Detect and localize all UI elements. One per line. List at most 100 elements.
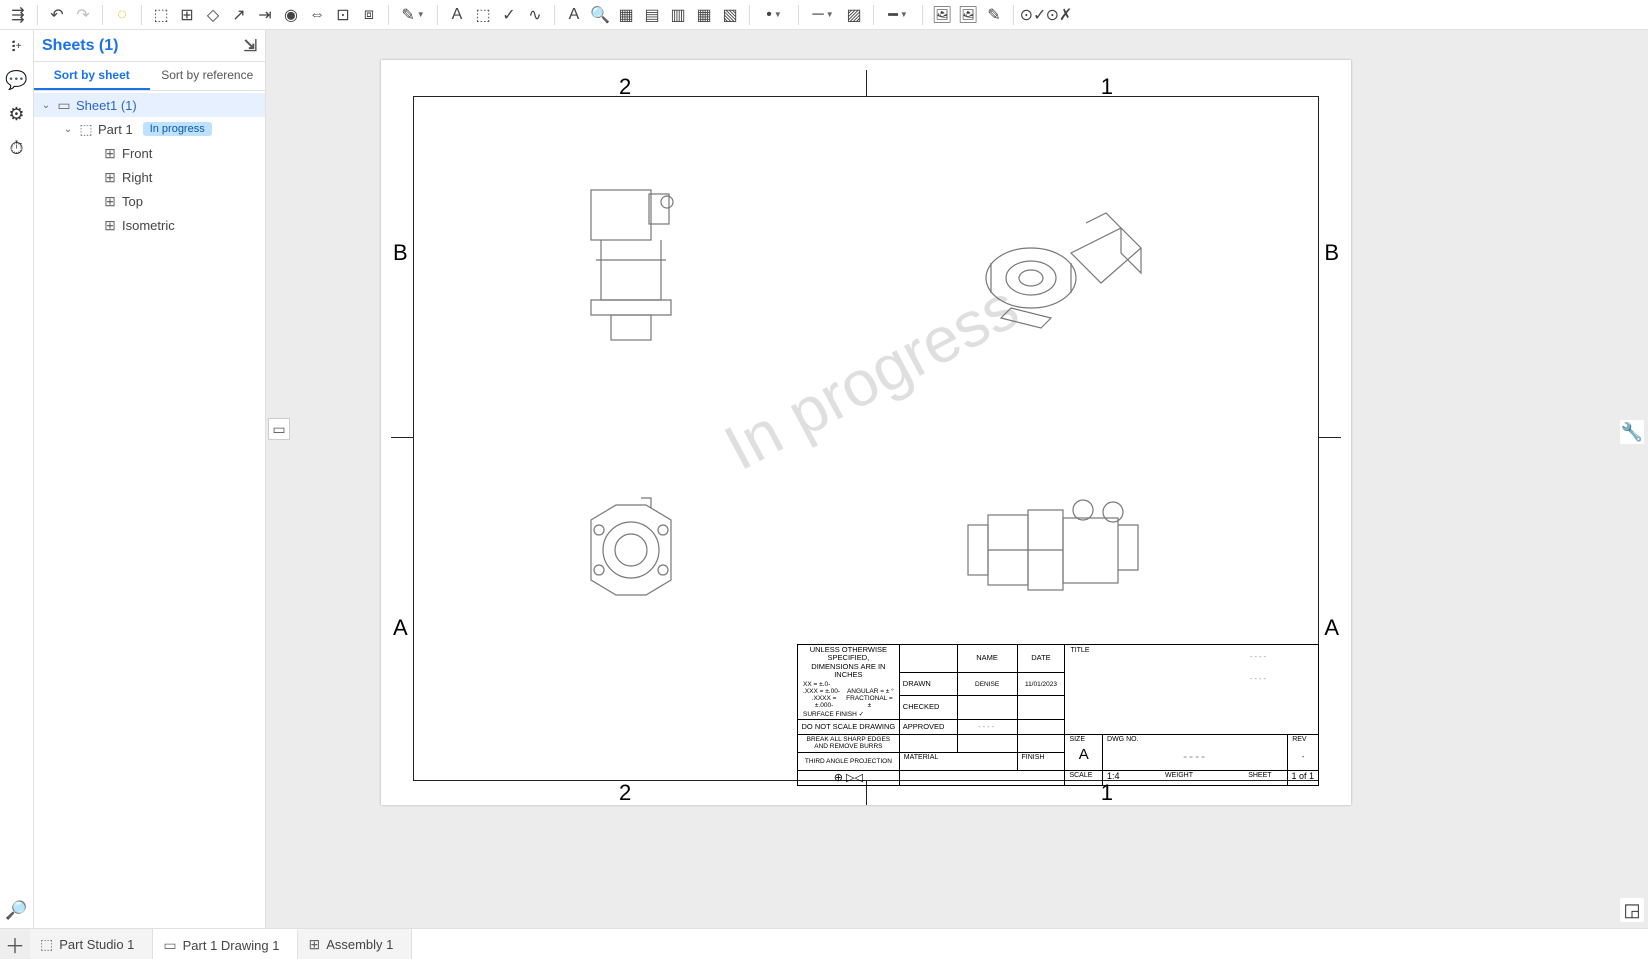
callout-button[interactable]: A (445, 3, 469, 27)
document-tab-bar: ＋ ⬚ Part Studio 1 ▭ Part 1 Drawing 1 ⊞ A… (0, 928, 1648, 959)
separator (437, 5, 438, 25)
titleblock-date-header: DATE (1017, 645, 1065, 673)
redo-button[interactable]: ↷ (71, 3, 95, 27)
drawing-view-top[interactable] (571, 490, 691, 610)
assembly-icon: ⊞ (308, 936, 320, 953)
linestyle-button[interactable]: ━▼ (881, 3, 915, 27)
dash-field: ---- (1250, 675, 1268, 683)
view-label: Isometric (122, 218, 175, 233)
tab-assembly[interactable]: ⊞ Assembly 1 (298, 929, 412, 959)
left-gutter: ፧+ 💬 ⚙ ⏱ 🔎 (0, 30, 34, 928)
text-button[interactable]: A (562, 3, 586, 27)
insert-dxf-button[interactable]: 🖼 (956, 3, 980, 27)
collapse-panel-icon[interactable]: ▭ (268, 418, 290, 440)
auxiliary-view-button[interactable]: ↗ (227, 3, 251, 27)
section-view-button[interactable]: ⇥ (253, 3, 277, 27)
zone-label: A (393, 615, 408, 641)
drawing-view-isometric[interactable] (971, 198, 1151, 348)
separator (749, 5, 750, 25)
titleblock-weight-label: WEIGHT (1163, 771, 1195, 781)
zone-label: 2 (619, 780, 631, 806)
sort-by-reference-tab[interactable]: Sort by reference (150, 62, 266, 90)
projected-view-button[interactable]: ◇ (201, 3, 225, 27)
note-leader-button[interactable]: ⬚ (471, 3, 495, 27)
undo-button[interactable]: ↶ (45, 3, 69, 27)
insert-image-button[interactable]: 🖼 (930, 3, 954, 27)
features-list-icon[interactable]: ⇶ (6, 3, 30, 27)
tools-wrench-icon[interactable]: 🔧 (1620, 420, 1644, 444)
titleblock-projection: THIRD ANGLE PROJECTION (805, 758, 892, 765)
titleblock-checked-label: CHECKED (899, 696, 957, 719)
add-feature-icon[interactable]: ፧+ (5, 34, 29, 58)
find-button[interactable]: 🔍 (588, 3, 612, 27)
add-tab-button[interactable]: ＋ (0, 929, 30, 959)
titleblock-material-label: MATERIAL (902, 753, 941, 763)
title-block[interactable]: UNLESS OTHERWISE SPECIFIED, DIMENSIONS A… (797, 644, 1319, 781)
inspect-button[interactable]: ⊙✓ (1021, 3, 1045, 27)
configuration-icon[interactable]: ⚙ (5, 102, 29, 126)
view-cube-icon[interactable]: ◲ (1620, 898, 1644, 922)
bom-button[interactable]: ▤ (640, 3, 664, 27)
break-view-button[interactable]: ⇔ (305, 3, 329, 27)
drawing-icon: ▭ (163, 937, 176, 954)
four-view-button[interactable]: ⊞ (175, 3, 199, 27)
panel-popout-icon[interactable]: ⇲ (244, 36, 257, 56)
titleblock-name-header: NAME (957, 645, 1017, 673)
weld-button[interactable]: ∿ (523, 3, 547, 27)
tree-row-view-isometric[interactable]: ⊞ Isometric (34, 213, 265, 237)
sheets-panel: Sheets (1) ⇲ Sort by sheet Sort by refer… (34, 30, 266, 928)
line-button[interactable]: ─▼ (806, 3, 840, 27)
titleblock-scale-label: SCALE (1067, 771, 1094, 781)
surface-finish-button[interactable]: ✓ (497, 3, 521, 27)
search-bottom-icon[interactable]: 🔎 (5, 898, 29, 922)
broken-out-button[interactable]: ⊡ (331, 3, 355, 27)
insert-view-button[interactable]: ⬚ (149, 3, 173, 27)
tab-part-studio[interactable]: ⬚ Part Studio 1 (30, 929, 153, 959)
titleblock-title-label: TITLE (1068, 646, 1091, 656)
featurescript-icon[interactable]: ◌ (110, 3, 134, 27)
clear-inspect-button[interactable]: ⊙✗ (1047, 3, 1071, 27)
comments-icon[interactable]: 💬 (5, 68, 29, 92)
titleblock-approved-label: APPROVED (899, 719, 957, 734)
titleblock-drawn-label: DRAWN (899, 673, 957, 696)
drawing-view-right[interactable] (963, 490, 1143, 605)
tree-row-view-front[interactable]: ⊞ Front (34, 141, 265, 165)
view-icon: ⊞ (102, 145, 118, 162)
tree-row-part[interactable]: ⌄ ⬚ Part 1 In progress (34, 117, 265, 141)
table-button[interactable]: ▦ (614, 3, 638, 27)
chevron-down-icon[interactable]: ⌄ (62, 124, 74, 135)
revision-table-button[interactable]: ▦ (692, 3, 716, 27)
point-button[interactable]: •▼ (757, 3, 791, 27)
zone-tick (1319, 437, 1341, 438)
tree-row-view-right[interactable]: ⊞ Right (34, 165, 265, 189)
drawing-canvas[interactable]: ▭ 🔧 ◲ 2 1 2 1 B B A A (266, 30, 1648, 928)
view-icon: ⊞ (102, 193, 118, 210)
view-label: Top (122, 194, 143, 209)
hole-table-button[interactable]: ▥ (666, 3, 690, 27)
timer-icon[interactable]: ⏱ (5, 136, 29, 160)
separator (37, 5, 38, 25)
tables-button[interactable]: ▧ (718, 3, 742, 27)
sheets-title: Sheets (1) (42, 37, 118, 55)
chevron-down-icon[interactable]: ⌄ (40, 100, 52, 111)
sketch-button[interactable]: ✎▼ (396, 3, 430, 27)
zone-label: B (1324, 240, 1339, 266)
crop-view-button[interactable]: ⧈ (357, 3, 381, 27)
zone-label: B (393, 240, 408, 266)
separator (1013, 5, 1014, 25)
drawing-sheet[interactable]: 2 1 2 1 B B A A (381, 60, 1351, 805)
separator (388, 5, 389, 25)
titleblock-sheet-label: SHEET (1246, 771, 1273, 781)
separator (798, 5, 799, 25)
sort-by-sheet-tab[interactable]: Sort by sheet (34, 62, 150, 90)
sheet-icon: ▭ (56, 97, 72, 114)
tab-drawing[interactable]: ▭ Part 1 Drawing 1 (153, 929, 298, 959)
toolbar-top: ⇶ ↶ ↷ ◌ ⬚ ⊞ ◇ ↗ ⇥ ◉ ⇔ ⊡ ⧈ ✎▼ A ⬚ ✓ ∿ A 🔍… (0, 0, 1648, 30)
view-icon: ⊞ (102, 169, 118, 186)
detail-view-button[interactable]: ◉ (279, 3, 303, 27)
pencil-tool-button[interactable]: ✎ (982, 3, 1006, 27)
drawing-view-front[interactable] (571, 180, 691, 350)
tree-row-view-top[interactable]: ⊞ Top (34, 189, 265, 213)
tree-row-sheet[interactable]: ⌄ ▭ Sheet1 (1) (34, 93, 265, 117)
hatch-button[interactable]: ▨ (842, 3, 866, 27)
